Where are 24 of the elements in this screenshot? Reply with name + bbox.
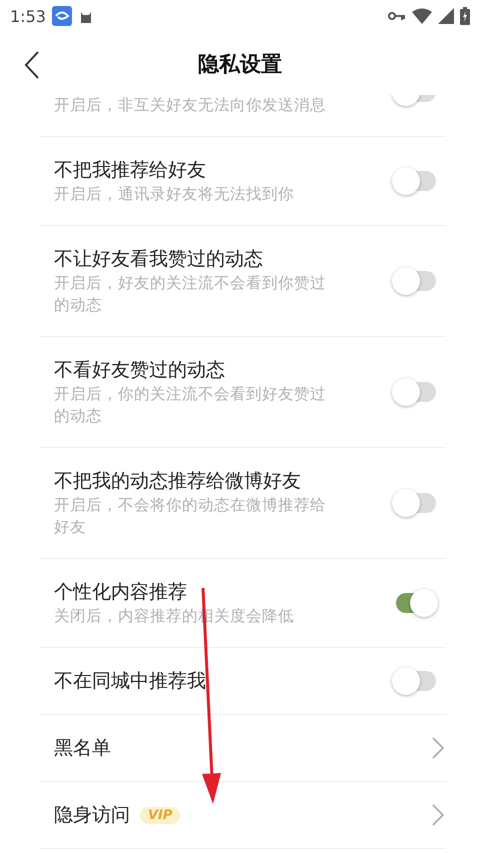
setting-description: 开启后，非互关好友无法向你发送消息	[54, 95, 327, 116]
vip-badge: VIP	[140, 806, 180, 824]
setting-title: 黑名单	[54, 736, 111, 761]
setting-title: 不在同城中推荐我	[54, 669, 206, 694]
status-time: 1:53	[10, 6, 46, 26]
setting-title: 不把我推荐给好友	[54, 158, 206, 183]
signal-icon	[438, 8, 454, 24]
setting-description: 开启后，不会将你的动态在微博推荐给好友	[54, 495, 327, 538]
setting-title: 不看好友赞过的动态	[54, 358, 225, 383]
chevron-icon	[432, 737, 444, 759]
chevron-icon	[432, 804, 444, 826]
setting-description: 开启后，你的关注流不会看到好友赞过的动态	[54, 384, 327, 427]
setting-title: 不让好友看我赞过的动态	[54, 247, 263, 272]
setting-description: 开启后，通讯录好友将无法找到你	[54, 184, 295, 205]
app-icon	[52, 6, 72, 26]
setting-description: 开启后，好友的关注流不会看到你赞过的动态	[54, 273, 327, 316]
back-icon[interactable]	[24, 51, 40, 79]
wifi-icon	[412, 8, 432, 24]
setting-title: 隐身访问	[54, 803, 130, 828]
setting-title: 不把我的动态推荐给微博好友	[54, 469, 301, 494]
battery-icon	[460, 7, 470, 25]
key-icon	[388, 11, 406, 21]
setting-title: 个性化内容推荐	[54, 580, 187, 605]
page-title: 隐私设置	[198, 50, 282, 78]
